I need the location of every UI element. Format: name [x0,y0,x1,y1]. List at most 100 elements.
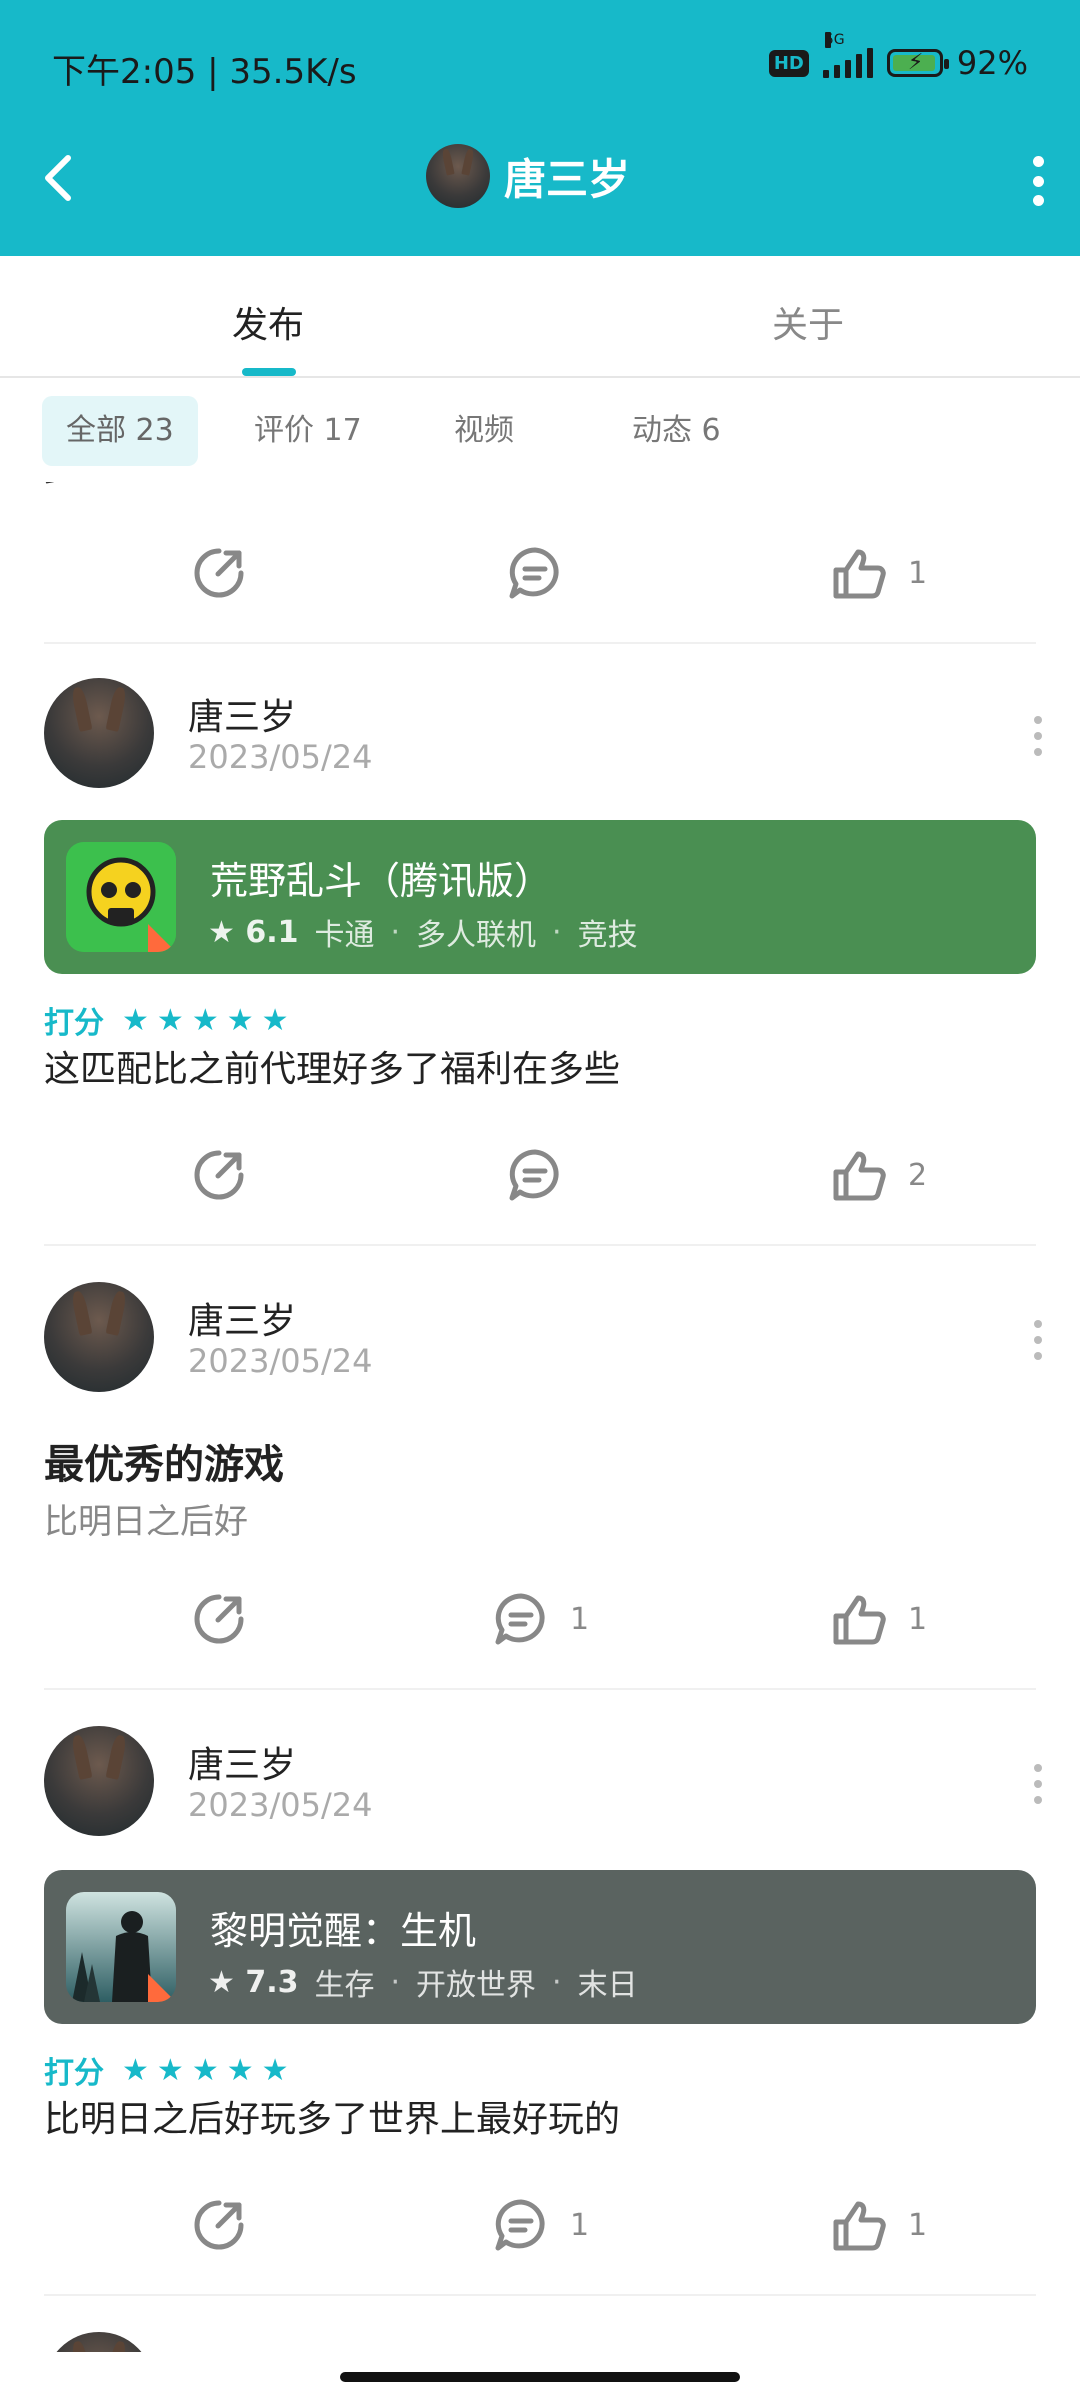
post-actions: 2 [0,1126,1080,1226]
comment-icon [509,547,559,599]
game-score: ★ 7.3 [208,1964,299,2000]
thumbs-up-icon [833,1595,886,1645]
game-meta: ★ 7.3 生存 · 开放世界 · 末日 [208,1960,638,2004]
tab-publish[interactable]: 发布 [232,296,304,348]
post-title: 最优秀的游戏 [44,1442,284,1488]
network-type: 5G [824,32,845,48]
share-icon [194,2200,244,2250]
like-count: 2 [908,1157,928,1193]
comment-button[interactable] [506,544,564,602]
post-username[interactable]: 唐三岁 [188,688,296,740]
game-score: ★ 6.1 [208,914,299,950]
comment-icon [495,1593,545,1645]
comment-icon [495,2199,545,2251]
tab-indicator [242,368,296,376]
game-meta: ★ 6.1 卡通 · 多人联机 · 竞技 [208,910,638,954]
share-button[interactable] [190,2196,248,2254]
game-icon [66,1892,176,2002]
post-username[interactable]: 唐三岁 [188,1292,296,1344]
game-tag: 末日 [577,1968,638,2003]
filter-videos[interactable]: 视频 [430,396,538,466]
rating-row: 打分 ★ ★ ★ ★ ★ [44,998,289,1042]
tab-about[interactable]: 关于 [772,296,844,348]
post-actions: 1 1 [0,2176,1080,2276]
star-rating: ★ ★ ★ ★ ★ [122,1002,289,1038]
game-name: 黎明觉醒：生机 [210,1909,477,1953]
post-more-button[interactable] [1032,1320,1044,1360]
status-time-speed: 下午2:05 | 35.5K/s [52,52,357,92]
game-card[interactable]: 荒野乱斗（腾讯版） ★ 6.1 卡通 · 多人联机 · 竞技 [44,820,1036,974]
comment-icon [509,1149,559,1201]
back-button[interactable] [38,150,78,206]
share-button[interactable] [190,544,248,602]
rating-label: 打分 [44,2056,104,2091]
like-button[interactable]: 1 [830,1590,927,1648]
comment-button[interactable]: 1 [492,1590,589,1648]
share-icon [194,548,244,598]
rating-row: 打分 ★ ★ ★ ★ ★ [44,2048,289,2092]
status-icons: HD 5G ⚡ 92% [768,32,1028,82]
like-button[interactable]: 2 [830,1146,927,1204]
status-bar: 下午2:05 | 35.5K/s HD 5G ⚡ 92% [0,0,1080,130]
filter-reviews[interactable]: 评价 17 [230,396,386,466]
avatar[interactable] [44,678,154,788]
post-more-button[interactable] [1032,716,1044,756]
like-button[interactable]: 1 [830,2196,927,2254]
app-header: 下午2:05 | 35.5K/s HD 5G ⚡ 92% 唐三岁 [0,0,1080,256]
game-name: 荒野乱斗（腾讯版） [210,859,553,903]
post-text: 这匹配比之前代理好多了福利在多些 [44,1049,621,1090]
post-date: 2023/05/24 [188,738,373,776]
game-tag: 生存 [314,1968,375,2003]
filter-moments[interactable]: 动态 6 [608,396,745,466]
filter-bar: 全部 23 评价 17 视频 动态 6 [0,386,1080,482]
post-subtitle: 比明日之后好 [44,1502,248,1542]
star-rating: ★ ★ ★ ★ ★ [122,2052,289,2088]
rating-label: 打分 [44,1006,104,1041]
post-username[interactable]: 唐三岁 [188,1736,296,1788]
game-card[interactable]: 黎明觉醒：生机 ★ 7.3 生存 · 开放世界 · 末日 [44,1870,1036,2024]
post-more-button[interactable] [1032,1764,1044,1804]
partial-post-text: 少 [44,482,78,491]
signal-icon: 5G [822,32,873,78]
thumbs-up-icon [833,549,886,599]
game-tag: 开放世界 [416,1968,537,2003]
thumbs-up-icon [833,1151,886,1201]
divider [44,1688,1036,1690]
like-count: 1 [908,2207,928,2243]
page-title: 唐三岁 [504,154,631,204]
post-actions: 1 [0,524,1080,624]
chevron-left-icon [45,155,71,201]
divider [44,1244,1036,1246]
post-date: 2023/05/24 [188,1342,373,1380]
comment-button[interactable]: 1 [492,2196,589,2254]
more-options-button[interactable] [1026,156,1050,206]
avatar[interactable] [44,2332,154,2352]
post-text: 比明日之后好玩多了世界上最好玩的 [44,2099,621,2140]
battery-level: 92% [956,44,1028,82]
avatar[interactable] [426,144,490,208]
home-indicator[interactable] [340,2372,740,2382]
avatar[interactable] [44,1282,154,1392]
post-actions: 1 1 [0,1570,1080,1670]
filter-all[interactable]: 全部 23 [42,396,198,466]
game-tag: 竞技 [577,918,638,953]
like-button[interactable]: 1 [830,544,927,602]
comment-count: 1 [570,2207,590,2243]
avatar[interactable] [44,1726,154,1836]
like-count: 1 [908,1601,928,1637]
game-tag: 卡通 [314,918,375,953]
comment-button[interactable] [506,1146,564,1204]
game-tag: 多人联机 [416,918,537,953]
share-button[interactable] [190,1146,248,1204]
post-date: 2023/05/24 [188,1786,373,1824]
share-button[interactable] [190,1590,248,1648]
hd-icon: HD [768,49,809,77]
post-username[interactable]: 唐三岁 [188,2342,296,2352]
battery-icon: ⚡ [886,49,949,77]
share-icon [194,1594,244,1644]
post-feed[interactable]: 少 1 唐三岁 2023/05/24 [0,482,1080,2352]
divider [44,2294,1036,2296]
profile-tabs: 发布 关于 [0,256,1080,378]
divider [44,642,1036,644]
like-count: 1 [908,555,928,591]
